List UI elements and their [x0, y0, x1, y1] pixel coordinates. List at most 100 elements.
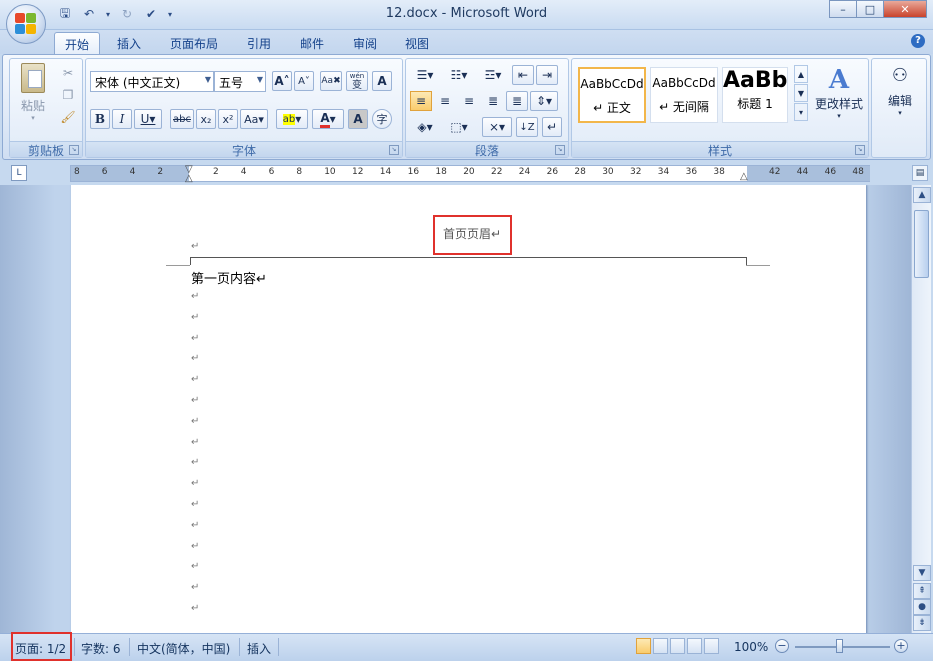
ruler-tick-label: 10 [324, 167, 336, 177]
previous-page-icon[interactable]: ⇞ [913, 583, 931, 599]
tab-page-layout[interactable]: 页面布局 [160, 32, 228, 54]
body-first-line[interactable]: 第一页内容↵ [191, 268, 267, 287]
paragraph-mark: ↵ [191, 519, 200, 531]
numbering-icon[interactable]: ☷▾ [444, 65, 474, 85]
subscript-button[interactable]: x₂ [196, 109, 216, 129]
office-button[interactable] [6, 4, 46, 44]
enclose-char-icon[interactable]: 字 [372, 109, 392, 129]
style-normal[interactable]: AaBbCcDd ↵ 正文 [578, 67, 646, 123]
web-layout-icon[interactable] [670, 638, 685, 654]
shrink-font-icon[interactable]: A˅ [294, 71, 314, 91]
decrease-indent-icon[interactable]: ⇤ [512, 65, 534, 85]
editing-button[interactable]: ⚇ 编辑 ▾ [876, 65, 924, 117]
paragraph-launcher-icon[interactable]: ↘ [555, 145, 565, 155]
full-screen-reading-icon[interactable] [653, 638, 668, 654]
chinese-layout-icon[interactable]: ⨯▾ [482, 117, 512, 137]
outline-view-icon[interactable] [687, 638, 702, 654]
phonetic-guide-button[interactable]: wén 变 [346, 71, 368, 91]
clipboard-launcher-icon[interactable]: ↘ [69, 145, 79, 155]
ruler-tick-label: 24 [518, 167, 531, 177]
multilevel-list-icon[interactable]: ☲▾ [478, 65, 508, 85]
tab-selector[interactable]: L [11, 165, 27, 181]
zoom-in-icon[interactable]: + [894, 639, 908, 653]
document-page[interactable]: 首页页眉↵ ↵ 第一页内容↵ ↵ ↵ ↵ ↵ ↵ ↵ ↵ ↵ ↵ ↵ ↵ ↵ ↵ ↵ ↵ ↵ [71, 185, 866, 633]
view-ruler-icon[interactable]: ▤ [912, 165, 928, 181]
minimize-button[interactable]: – [829, 0, 857, 18]
scroll-up-icon[interactable]: ▲ [913, 187, 931, 203]
styles-scroll-up-icon[interactable]: ▲ [794, 65, 808, 83]
shading-icon[interactable]: ◈▾ [410, 117, 440, 137]
font-name-combo[interactable]: 宋体 (中文正文) ▼ [90, 71, 214, 92]
superscript-button[interactable]: x² [218, 109, 238, 129]
font-color-button[interactable]: A ▾ [312, 109, 344, 129]
right-indent-marker[interactable]: △ [740, 171, 748, 182]
paragraph-mark: ↵ [191, 499, 200, 510]
zoom-level[interactable]: 100% [734, 640, 768, 654]
print-layout-view-icon[interactable] [636, 638, 651, 654]
horizontal-ruler[interactable]: 8 6 4 2 2 4 6 8 10 12 14 16 18 20 22 24 26 28 30 32 34 36 38 42… [70, 164, 870, 184]
tab-home[interactable]: 开始 [54, 32, 101, 54]
copy-icon[interactable]: ❐ [58, 85, 78, 105]
clear-format-icon[interactable]: Aa✖ [320, 71, 342, 91]
paragraph-mark: ↵ [191, 332, 200, 344]
paragraph-mark: ↵ [191, 540, 200, 552]
hanging-indent-marker[interactable]: △ [185, 173, 193, 184]
tab-references[interactable]: 引用 [237, 32, 281, 54]
tab-view[interactable]: 视图 [395, 32, 439, 54]
zoom-out-icon[interactable]: − [775, 639, 789, 653]
tab-review[interactable]: 审阅 [343, 32, 387, 54]
tab-insert[interactable]: 插入 [107, 32, 151, 54]
increase-indent-icon[interactable]: ⇥ [536, 65, 558, 85]
styles-scroll-down-icon[interactable]: ▼ [794, 84, 808, 102]
styles-more-icon[interactable]: ▾ [794, 103, 808, 121]
select-browse-object-icon[interactable]: ● [913, 599, 931, 615]
draft-view-icon[interactable] [704, 638, 719, 654]
format-painter-icon[interactable]: 🖌 [58, 107, 78, 127]
ruler-tick-label: 2 [157, 167, 164, 177]
change-styles-button[interactable]: A 更改样式 ▾ [812, 65, 866, 120]
help-icon[interactable]: ? [911, 34, 925, 48]
scroll-thumb[interactable] [914, 210, 929, 278]
bold-button[interactable]: B [90, 109, 110, 129]
bullets-icon[interactable]: ☰▾ [410, 65, 440, 85]
style-no-spacing[interactable]: AaBbCcDd ↵ 无间隔 [650, 67, 718, 123]
align-right-icon[interactable]: ≡ [458, 91, 480, 111]
borders-icon[interactable]: ⬚▾ [444, 117, 474, 137]
show-marks-icon[interactable]: ↵ [542, 117, 562, 137]
font-size-combo[interactable]: 五号 ▼ [214, 71, 266, 92]
grow-font-icon[interactable]: A˄ [272, 71, 292, 91]
header-separator-line [190, 257, 746, 258]
italic-button[interactable]: I [112, 109, 132, 129]
highlight-button[interactable]: ab ▾ [276, 109, 308, 129]
zoom-slider-thumb[interactable] [836, 639, 843, 653]
ruler-tick-label: 8 [74, 167, 80, 177]
font-launcher-icon[interactable]: ↘ [389, 145, 399, 155]
line-spacing-icon[interactable]: ⇕▾ [530, 91, 558, 111]
change-case-button[interactable]: Aa▾ [240, 109, 268, 129]
language-indicator[interactable]: 中文(简体，中国) [137, 640, 230, 657]
next-page-icon[interactable]: ⇟ [913, 615, 931, 631]
cut-icon[interactable]: ✂ [58, 63, 78, 83]
tab-mailings[interactable]: 邮件 [290, 32, 334, 54]
vertical-scrollbar[interactable]: ▲ ▼ ⇞ ● ⇟ [911, 185, 931, 633]
ruler-tick-label: 48 [852, 167, 864, 177]
strikethrough-button[interactable]: abc [170, 109, 194, 129]
sort-icon[interactable]: ↓Z [516, 117, 538, 137]
insert-mode-indicator[interactable]: 插入 [247, 640, 271, 657]
distributed-icon[interactable]: ≣ [506, 91, 528, 111]
style-heading-1[interactable]: AaBb 标题 1 [722, 67, 788, 123]
align-center-icon[interactable]: ≡ [434, 91, 456, 111]
char-border-icon[interactable]: A [372, 71, 392, 91]
styles-launcher-icon[interactable]: ↘ [855, 145, 865, 155]
justify-icon[interactable]: ≣ [482, 91, 504, 111]
align-left-icon[interactable]: ≡ [410, 91, 432, 111]
char-shading-icon[interactable]: A [348, 109, 368, 129]
scroll-down-icon[interactable]: ▼ [913, 565, 931, 581]
maximize-button[interactable]: □ [856, 0, 884, 18]
paste-button[interactable]: 粘贴 ▾ [16, 63, 50, 122]
document-area: 首页页眉↵ ↵ 第一页内容↵ ↵ ↵ ↵ ↵ ↵ ↵ ↵ ↵ ↵ ↵ ↵ ↵ ↵ ↵ ↵ ↵ [0, 185, 911, 633]
underline-button[interactable]: U▾ [134, 109, 162, 129]
word-count[interactable]: 字数: 6 [81, 640, 121, 657]
group-editing: ⚇ 编辑 ▾ [871, 58, 927, 158]
close-button[interactable]: ✕ [883, 0, 927, 18]
